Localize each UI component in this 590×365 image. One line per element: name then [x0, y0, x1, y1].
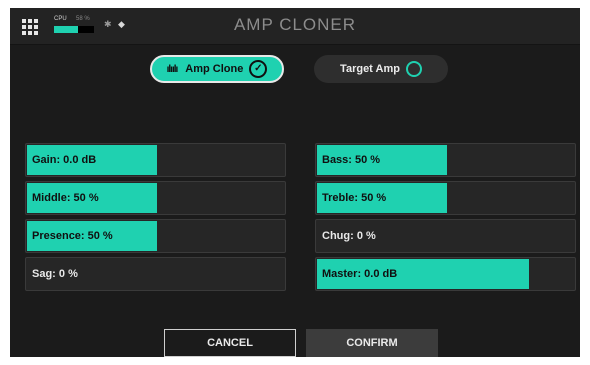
slider-label: Bass: 50 % [322, 154, 381, 166]
slider-chug[interactable]: Chug: 0 % [315, 219, 576, 253]
slider-label: Treble: 50 % [322, 192, 387, 204]
target-amp-button[interactable]: Target Amp [314, 55, 448, 83]
target-amp-label: Target Amp [340, 63, 400, 75]
amp-clone-button[interactable]: ılıılı Amp Clone ✓ [150, 55, 284, 83]
slider-label: Gain: 0.0 dB [32, 154, 97, 166]
check-circle-icon: ✓ [249, 60, 268, 78]
empty-circle-icon [405, 61, 422, 77]
slider-bass[interactable]: Bass: 50 % [315, 143, 576, 177]
slider-label: Master: 0.0 dB [322, 268, 398, 280]
cancel-button[interactable]: CANCEL [164, 329, 296, 357]
slider-middle[interactable]: Middle: 50 % [25, 181, 286, 215]
slider-label: Middle: 50 % [32, 192, 99, 204]
slider-label: Presence: 50 % [32, 230, 113, 242]
slider-presence[interactable]: Presence: 50 % [25, 219, 286, 253]
slider-sag[interactable]: Sag: 0 % [25, 257, 286, 291]
slider-master[interactable]: Master: 0.0 dB [315, 257, 576, 291]
page-title: AMP CLONER [233, 15, 357, 34]
slider-label: Sag: 0 % [32, 268, 78, 280]
top-bar: CPU 58 % ✱ ◆ AMP CLONER [10, 8, 580, 45]
slider-label: Chug: 0 % [322, 230, 376, 242]
slider-treble[interactable]: Treble: 50 % [315, 181, 576, 215]
waveform-icon: ılıılı [166, 63, 179, 75]
amp-clone-label: Amp Clone [185, 63, 244, 75]
slider-gain[interactable]: Gain: 0.0 dB [25, 143, 286, 177]
confirm-button[interactable]: CONFIRM [306, 329, 438, 357]
amp-cloner-screen: CPU 58 % ✱ ◆ AMP CLONER ılıılı Amp Clone… [10, 8, 580, 357]
